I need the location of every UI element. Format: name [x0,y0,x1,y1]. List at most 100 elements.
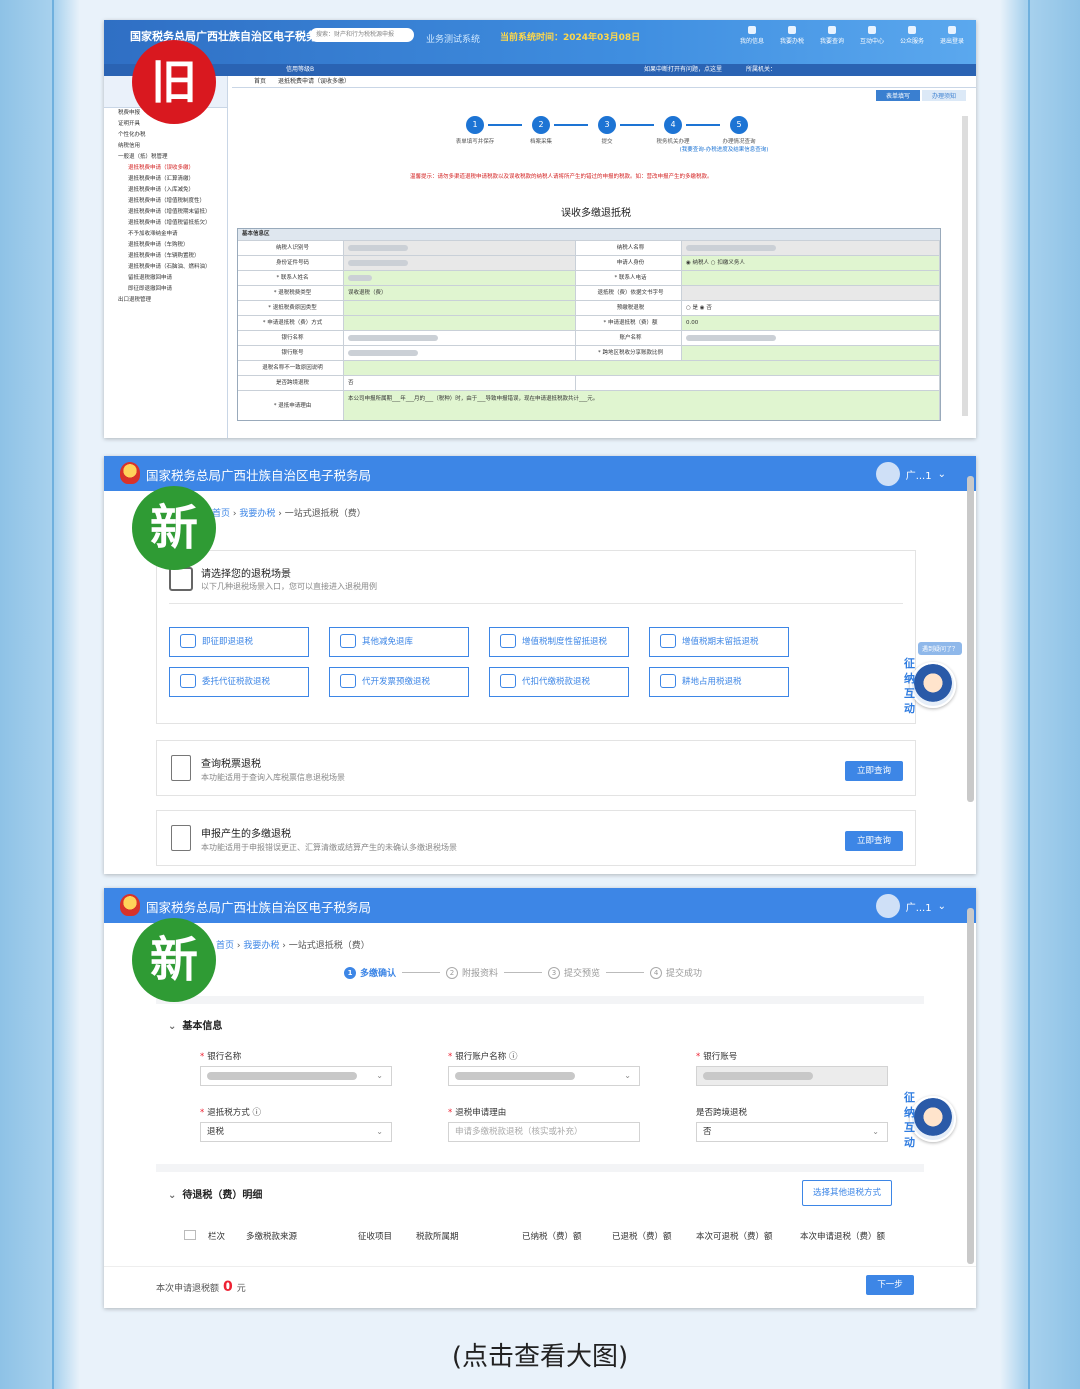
user-avatar [875,894,900,918]
old-refund-type-select[interactable]: 误收退税（费） [344,286,576,300]
old-nav-logout[interactable]: 退出登录 [932,24,972,45]
query-refund-subtitle: 本功能适用于查询入库税票信息退税场景 [201,773,345,782]
old-warning: 温馨提示：请勿多渠道退税申请税款以及误收税款的纳税人请将所产生的错过的申报的税款… [410,174,713,180]
bank-account-name-select[interactable]: ⌄ [448,1066,640,1086]
old-step: 5 办理情况查询 (我要查询-办税进度及结果信息查询) [680,116,772,153]
old-side-item[interactable]: 个性化办税 [104,130,227,141]
bank-name-label: 银行名称 [200,1050,241,1062]
p2-header: 国家税务总局广西壮族自治区电子税务局 广...1 ⌄ [104,456,976,491]
query-now-button[interactable]: 立即查询 [845,761,903,781]
detail-title[interactable]: 待退税（费）明细 [168,1186,262,1201]
wizard-steps: 1 多缴确认 2 附报资料 3 提交预览 4 提交成功 [344,966,702,979]
scene-icon [180,634,196,648]
old-tab-refund[interactable]: 退抵税费申请（误收多缴） [278,78,350,85]
basic-info-title[interactable]: 基本信息 [168,1017,222,1032]
old-nav-public[interactable]: 公众服务 [892,24,932,45]
chevron-down-icon: ⌄ [937,900,946,912]
select-all-checkbox[interactable] [184,1230,196,1240]
bank-name-select[interactable]: ⌄ [200,1066,392,1086]
old-side-item[interactable]: 退抵税费申请（车辆购置税） [104,251,227,262]
old-side-item[interactable]: 出口退税管理 [104,295,227,306]
p3-user-menu[interactable]: 广...1 ⌄ [875,894,946,918]
crumb-current: 一站式退抵税（费） [284,509,366,519]
cross-border-label: 是否跨境退税 [696,1108,748,1118]
assistant-avatar-icon[interactable] [910,1096,956,1142]
old-nav-my-info[interactable]: 我的信息 [732,24,772,45]
old-help-link[interactable]: 如果中断打开有问题，点这里 [644,64,722,76]
old-reason-text[interactable]: 本公司申报所属期___年___月的___（税种）时，由于___导致申报错误，现在… [344,391,940,420]
scene-button[interactable]: 增值税制度性留抵退税 [489,627,629,657]
old-side-item[interactable]: 退抵税费申请（增值税期末留抵） [104,207,227,218]
p2-scrollbar[interactable] [967,476,974,802]
scene-button[interactable]: 耕地占用税退税 [649,667,789,697]
old-side-item[interactable]: 退抵税费申请（增值税制度性） [104,196,227,207]
badge-old: 旧 [132,40,216,124]
bank-account-label: 银行账号 [696,1050,737,1062]
scene-button[interactable]: 代扣代缴税款退税 [489,667,629,697]
old-side-item[interactable]: 不予加收滞纳金申请 [104,229,227,240]
old-steps: 1 表单填写并保存 2 档案采集 3 提交 4 税务机关办理 5 办理情况查询 (我要查询-… [442,116,772,153]
old-form-row: 纳税人识别号 纳税人名称 [238,240,940,255]
next-button[interactable]: 下一步 [866,1275,914,1295]
old-nav-query[interactable]: 我要查询 [812,24,852,45]
p2-user-menu[interactable]: 广...1 ⌄ [875,462,946,486]
crumb-do-tax[interactable]: 我要办税 [243,941,279,951]
old-side-item[interactable]: 即征即退撤回申请 [104,284,227,295]
bank-account-field [696,1066,888,1086]
wizard-step: 2 附报资料 [446,966,498,979]
old-side-item[interactable]: 纳税信用 [104,141,227,152]
wizard-step: 3 提交预览 [548,966,600,979]
old-step: 3 提交 [574,116,654,153]
assistant-avatar-icon[interactable] [910,662,956,708]
old-header: 国家税务总局广西壮族自治区电子税务局 搜索：财产和行为税税源申报 业务测试系统 … [104,20,976,64]
refund-mode-select[interactable]: 退税 ⌄ [200,1122,392,1142]
old-search-input[interactable]: 搜索：财产和行为税税源申报 [310,28,414,42]
old-form-row: * 申请退抵税（费）方式 * 申请退抵税（费）额 0.00 [238,315,940,330]
scene-button[interactable]: 委托代征税款退税 [169,667,309,697]
crumb-home[interactable]: 首页 [216,941,234,951]
old-side-item[interactable]: 退抵税费申请（车购税） [104,240,227,251]
refund-reason-input[interactable]: 申请多缴税款退税（核实或补充） [448,1122,640,1142]
scene-button[interactable]: 其他减免退库 [329,627,469,657]
old-steps-note: (我要查询-办税进度及结果信息查询) [679,147,769,153]
cross-border-select[interactable]: 否 ⌄ [696,1122,888,1142]
old-form-row: 身份证件号码 申请人身份 ◉ 纳税人 ○ 扣缴义务人 [238,255,940,270]
crumb-do-tax[interactable]: 我要办税 [239,509,275,519]
scene-button[interactable]: 增值税期末留抵退税 [649,627,789,657]
old-side-item[interactable]: 退抵税费申请（增值税留抵抵欠） [104,218,227,229]
p3-scrollbar[interactable] [967,908,974,1264]
p3-breadcrumb: 首页 › 我要办税 › 一站式退抵税（费） [216,941,370,951]
old-tab-home[interactable]: 首页 [254,78,266,85]
bank-account-name-label: 银行账户名称 ⓘ [448,1050,517,1062]
old-side-item[interactable]: 留抵退税撤回申请 [104,273,227,284]
old-side-item[interactable]: 退抵税费申请（石脑油、燃料油） [104,262,227,273]
old-nav-do-tax[interactable]: 我要办税 [772,24,812,45]
badge-new: 新 [132,918,216,1002]
scene-icon [180,674,196,688]
old-step: 1 表单填写并保存 [442,116,522,153]
scene-title: 请选择您的退税场景 [201,569,291,580]
query-refund-card: 查询税票退税 本功能适用于查询入库税票信息退税场景 立即查询 [156,740,916,796]
old-side-item[interactable]: 退抵税费申请（汇算清缴） [104,174,227,185]
old-nav-interaction[interactable]: 互动中心 [852,24,892,45]
old-side-item-active[interactable]: 退抵税费申请（误收多缴） [104,163,227,174]
old-notice-button[interactable]: 办理须知 [921,90,966,101]
old-biz-system-label: 业务测试系统 [426,35,481,45]
p3-header: 国家税务总局广西壮族自治区电子税务局 广...1 ⌄ [104,888,976,923]
old-side-item[interactable]: 一般退（抵）税管理 [104,152,227,163]
scene-icon [660,634,676,648]
caption[interactable]: (点击查看大图) [0,1336,1080,1373]
query-now-button[interactable]: 立即查询 [845,831,903,851]
user-avatar [875,462,900,486]
old-scrollbar[interactable] [962,116,968,416]
other-refund-mode-button[interactable]: 选择其他退税方式 [802,1180,892,1206]
scene-button[interactable]: 代开发票预缴退税 [329,667,469,697]
info-icon: ⓘ [252,1108,261,1118]
old-form: 基本信息区 纳税人识别号 纳税人名称 身份证件号码 申请人身份 ◉ 纳税人 ○ 扣缴义… [237,228,941,421]
old-form-row: * 退税税费类型 误收退税（费） 退抵税（费）依据文书字号 [238,285,940,300]
tax-emblem-icon [120,462,140,484]
scene-button[interactable]: 即征即退退税 [169,627,309,657]
old-side-item[interactable]: 退抵税费申请（入库减免） [104,185,227,196]
old-applicant-radio[interactable]: ◉ 纳税人 ○ 扣缴义务人 [682,256,940,270]
old-fill-form-button[interactable]: 表单填写 [875,90,920,101]
